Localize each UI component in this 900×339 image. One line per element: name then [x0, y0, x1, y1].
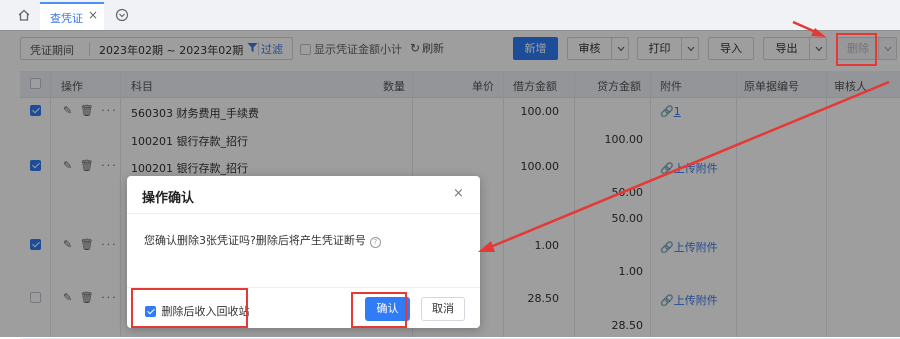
tab-label: 查凭证	[50, 12, 83, 25]
cancel-button[interactable]: 取消	[421, 297, 465, 321]
dialog-title: 操作确认	[142, 191, 195, 206]
divider	[127, 213, 480, 214]
annotation-box-confirm	[351, 292, 407, 328]
question-icon[interactable]: ?	[369, 237, 381, 248]
chevron-down-circle-icon[interactable]	[115, 8, 129, 22]
tab-voucher-query[interactable]: 查凭证 ×	[40, 2, 104, 30]
home-icon[interactable]	[17, 8, 31, 22]
tab-bar	[0, 0, 900, 31]
close-icon[interactable]: ×	[453, 186, 464, 201]
annotation-box-delete	[836, 33, 877, 66]
tab-close-icon[interactable]: ×	[88, 8, 98, 22]
dialog-message: 您确认删除3张凭证吗?删除后将产生凭证断号?	[144, 232, 381, 248]
annotation-box-recycle	[131, 288, 248, 328]
dialog-message-text: 您确认删除3张凭证吗?删除后将产生凭证断号	[144, 234, 366, 247]
